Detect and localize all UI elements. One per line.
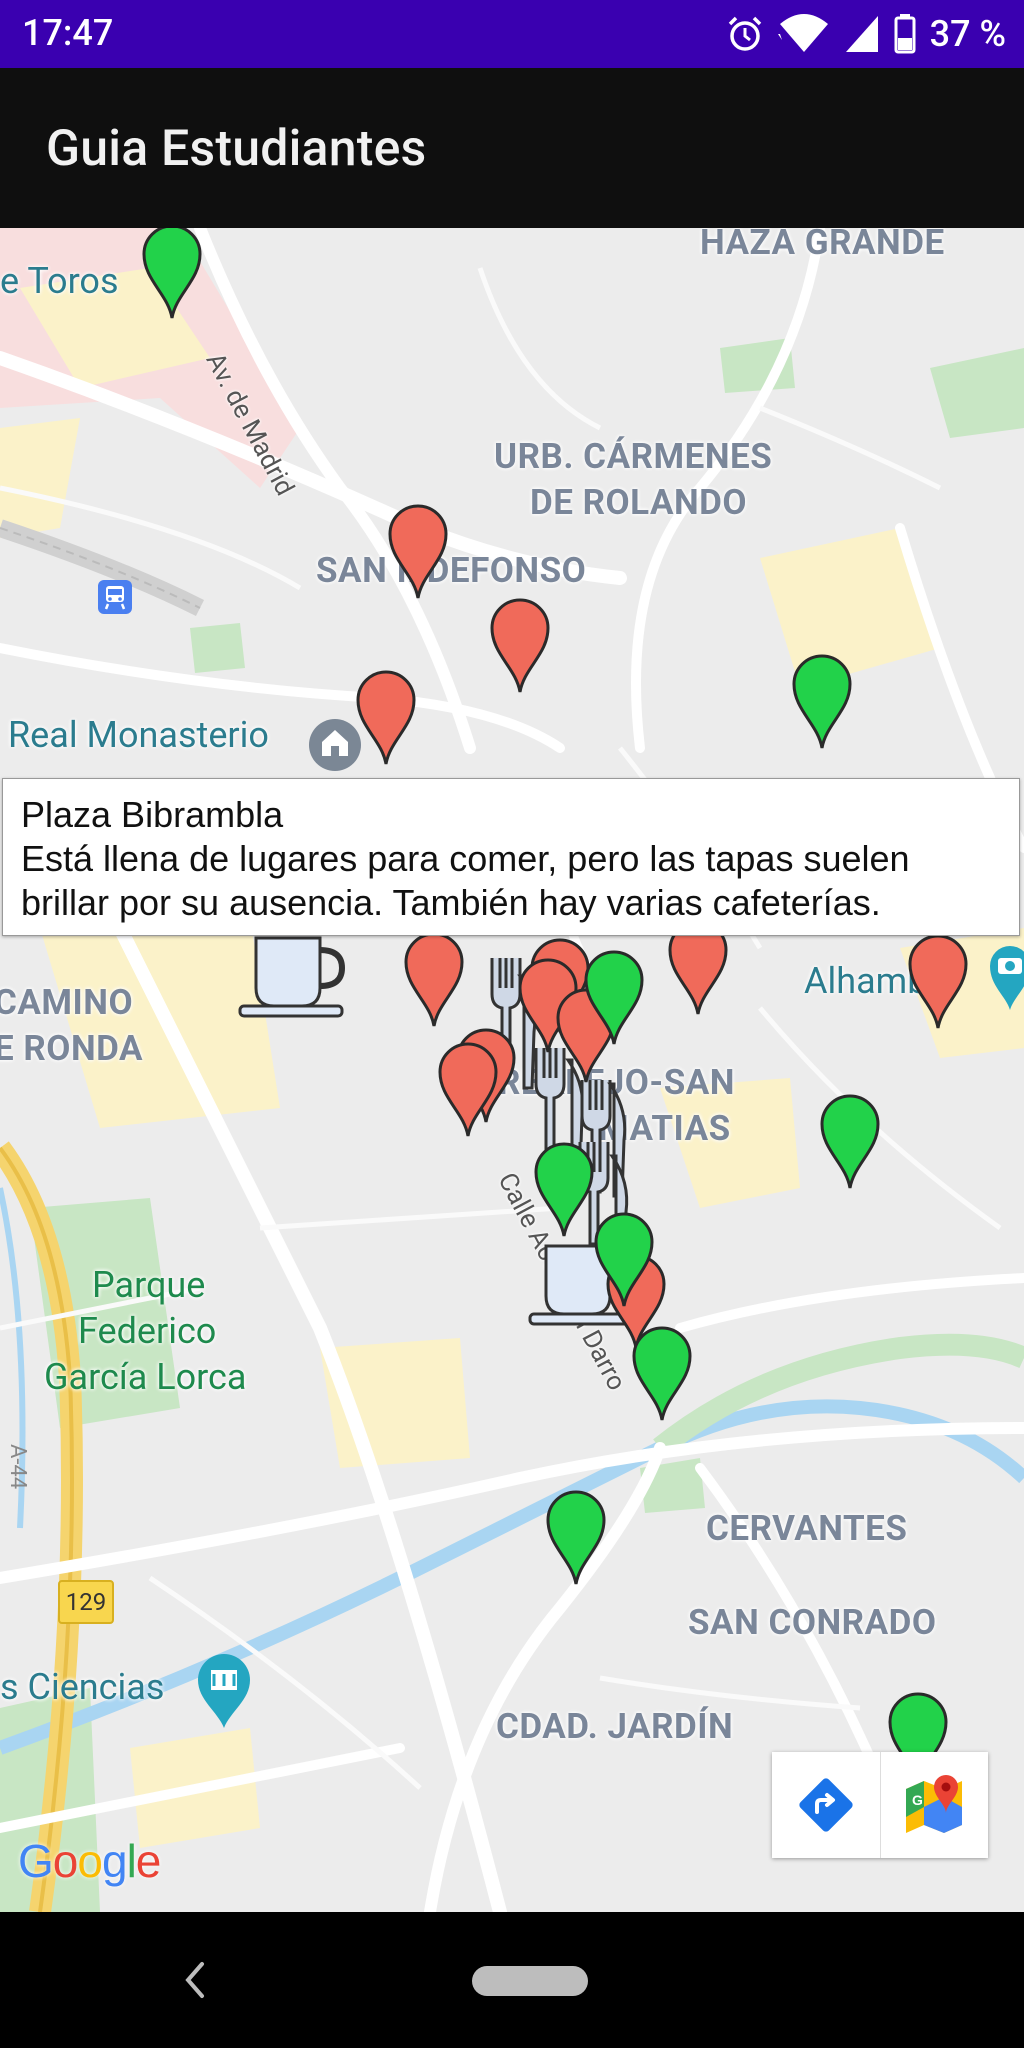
info-window-text-line2: brillar por su ausencia. También hay var… bbox=[21, 882, 881, 923]
wifi-icon bbox=[777, 14, 828, 52]
cafe-marker-icon[interactable] bbox=[236, 928, 352, 1020]
road-shield-129: 129 bbox=[58, 1580, 114, 1624]
battery-icon bbox=[894, 14, 916, 54]
status-icons: 37 % bbox=[726, 10, 1006, 58]
red-map-marker[interactable] bbox=[490, 598, 550, 694]
battery-percentage: 37 % bbox=[929, 13, 1006, 55]
red-map-marker[interactable] bbox=[438, 1042, 498, 1138]
home-pill[interactable] bbox=[472, 1966, 588, 1996]
red-map-marker[interactable] bbox=[388, 504, 448, 600]
park-label-line2: Federico bbox=[78, 1310, 217, 1352]
google-logo: Google bbox=[18, 1835, 161, 1887]
green-map-marker[interactable] bbox=[820, 1094, 880, 1190]
navigation-bar bbox=[0, 1912, 1024, 2048]
green-map-marker[interactable] bbox=[546, 1490, 606, 1586]
monastery-icon bbox=[309, 719, 361, 771]
directions-icon bbox=[799, 1778, 853, 1832]
train-station-icon bbox=[98, 580, 132, 614]
park-label-line3: García Lorca bbox=[44, 1356, 247, 1398]
label-e-ronda: E RONDA bbox=[0, 1028, 144, 1069]
info-window-title: Plaza Bibrambla bbox=[21, 794, 284, 835]
poi-label-ciencias: s Ciencias bbox=[0, 1666, 165, 1708]
label-san-ildefonso: SAN ILDEFONSO bbox=[316, 550, 587, 591]
status-bar: 17:47 37 % bbox=[0, 0, 1024, 68]
app-title: Guia Estudiantes bbox=[46, 120, 427, 178]
label-san-conrado: SAN CONRADO bbox=[688, 1602, 937, 1643]
map-toolbar: G bbox=[772, 1752, 988, 1858]
label-camino: CAMINO bbox=[0, 982, 134, 1023]
status-time: 17:47 bbox=[22, 12, 114, 54]
green-map-marker[interactable] bbox=[142, 228, 202, 320]
label-urb-carmenes: URB. CÁRMENES bbox=[494, 436, 773, 477]
poi-label-monasterio: Real Monasterio bbox=[8, 714, 269, 756]
google-maps-icon: G bbox=[906, 1775, 963, 1833]
poi-label-toros: e Toros bbox=[0, 260, 119, 302]
green-map-marker[interactable] bbox=[792, 654, 852, 750]
museum-icon bbox=[198, 1654, 250, 1728]
red-map-marker[interactable] bbox=[908, 934, 968, 1030]
info-window-text-line1: Está llena de lugares para comer, pero l… bbox=[21, 838, 910, 879]
red-map-marker[interactable] bbox=[404, 932, 464, 1028]
highway-label: A-44 bbox=[5, 1444, 30, 1490]
label-de-rolando: DE ROLANDO bbox=[530, 482, 748, 523]
alarm-icon bbox=[728, 16, 761, 51]
info-window[interactable]: Plaza Bibrambla Está llena de lugares pa… bbox=[2, 778, 1020, 936]
label-cdad-jardin: CDAD. JARDÍN bbox=[496, 1706, 734, 1747]
svg-text:G: G bbox=[912, 1792, 923, 1808]
open-google-maps-button[interactable]: G bbox=[879, 1752, 989, 1858]
back-icon[interactable] bbox=[180, 1956, 210, 2004]
label-haza-grande: HAZA GRANDE bbox=[700, 228, 945, 263]
green-map-marker[interactable] bbox=[584, 950, 644, 1046]
red-map-marker[interactable] bbox=[356, 670, 416, 766]
green-map-marker[interactable] bbox=[632, 1326, 692, 1422]
green-map-marker[interactable] bbox=[534, 1142, 594, 1238]
park-label-line1: Parque bbox=[92, 1264, 206, 1306]
label-cervantes: CERVANTES bbox=[706, 1508, 908, 1549]
directions-button[interactable] bbox=[772, 1752, 880, 1858]
green-map-marker[interactable] bbox=[594, 1212, 654, 1308]
app-bar: Guia Estudiantes bbox=[0, 68, 1024, 228]
map-view[interactable]: HAZA GRANDE URB. CÁRMENES DE ROLANDO SAN… bbox=[0, 228, 1024, 1912]
signal-icon bbox=[845, 16, 878, 52]
camera-poi-icon bbox=[990, 946, 1024, 1010]
